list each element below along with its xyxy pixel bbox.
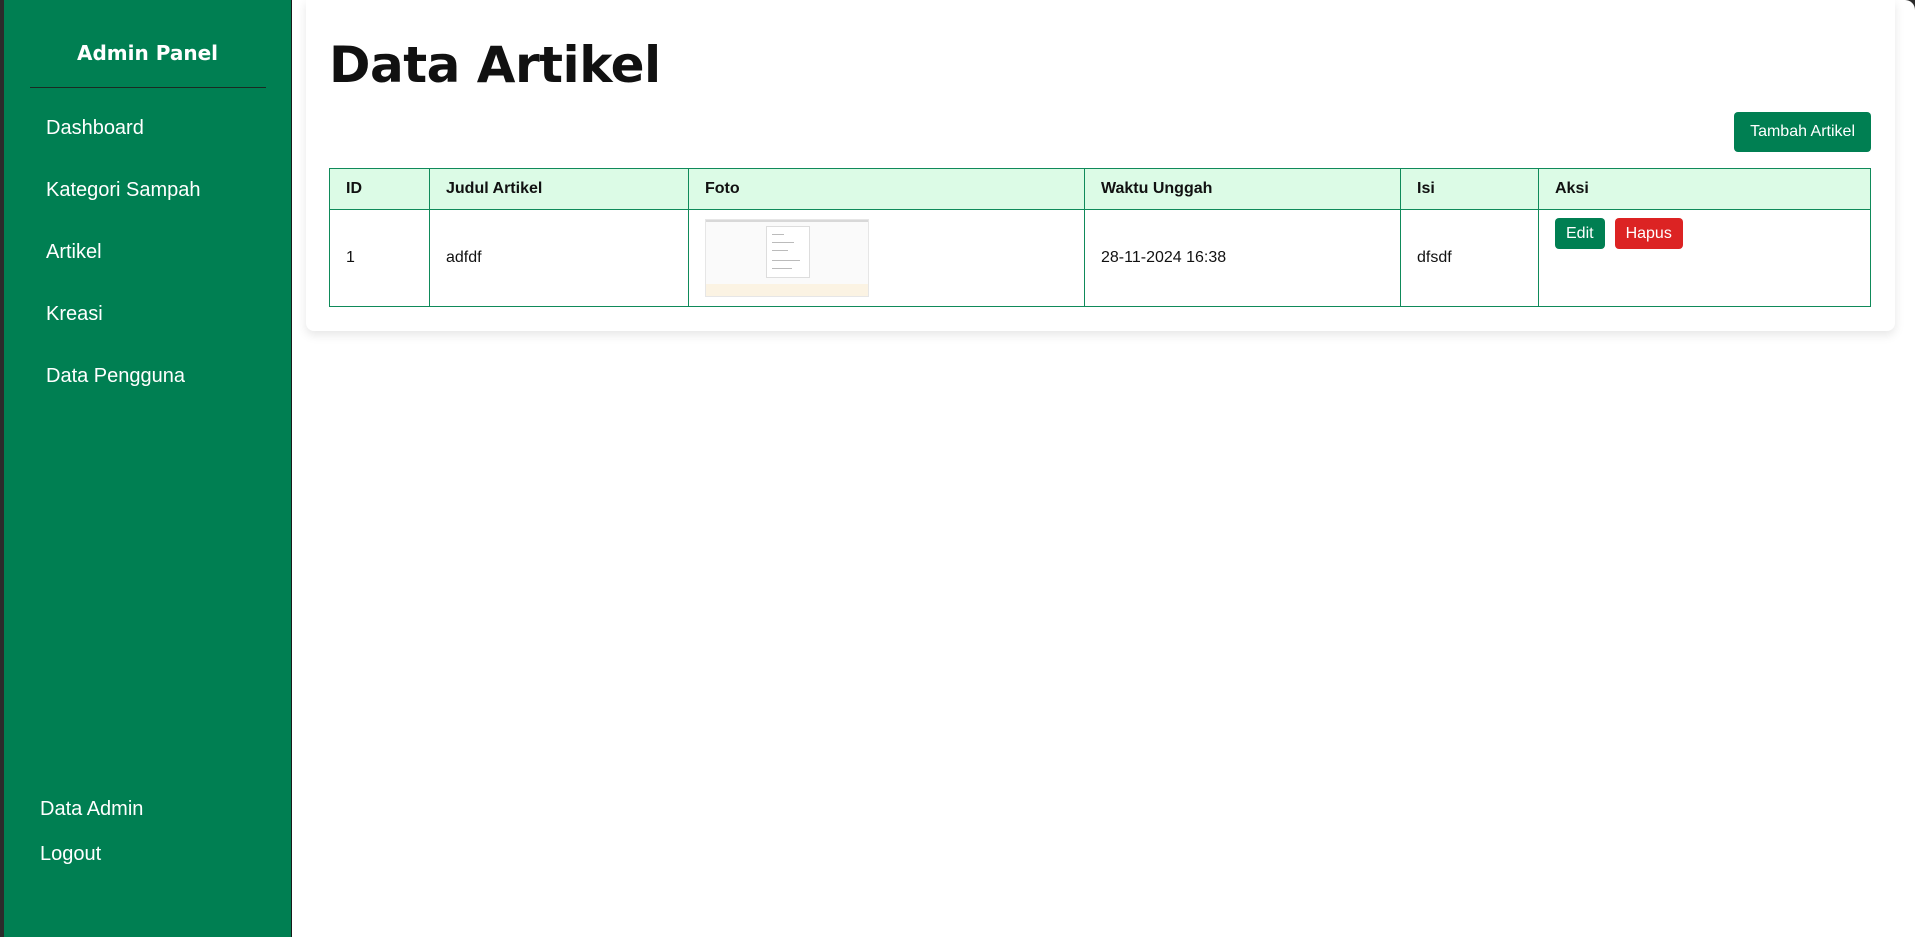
cell-foto <box>688 209 1085 307</box>
sidebar-nav: Dashboard Kategori Sampah Artikel Kreasi… <box>4 116 291 426</box>
logout-link[interactable]: Logout <box>4 842 143 887</box>
sidebar-item-dashboard[interactable]: Dashboard <box>4 116 291 178</box>
cell-aksi: Edit Hapus <box>1538 209 1871 307</box>
table-header-row: ID Judul Artikel Foto Waktu Unggah Isi A… <box>329 168 1871 210</box>
articles-table: ID Judul Artikel Foto Waktu Unggah Isi A… <box>329 168 1871 307</box>
sidebar-item-data-admin[interactable]: Data Admin <box>4 797 143 842</box>
table-row: 1 adfdf 28-11-2024 16:38 dfsdf Edit Hapu… <box>329 209 1871 307</box>
sidebar-bottom-nav: Data Admin Logout <box>4 797 143 887</box>
sidebar-item-artikel[interactable]: Artikel <box>4 240 291 302</box>
cell-judul: adfdf <box>429 209 689 307</box>
column-header-foto: Foto <box>688 168 1085 210</box>
cell-isi: dfsdf <box>1400 209 1539 307</box>
column-header-waktu: Waktu Unggah <box>1084 168 1401 210</box>
content-card: Data Artikel Tambah Artikel ID Judul Art… <box>306 0 1895 331</box>
column-header-aksi: Aksi <box>1538 168 1871 210</box>
sidebar-item-data-pengguna[interactable]: Data Pengguna <box>4 364 291 426</box>
sidebar-item-kategori-sampah[interactable]: Kategori Sampah <box>4 178 291 240</box>
brand-divider <box>30 87 266 88</box>
app-window: Admin Panel Dashboard Kategori Sampah Ar… <box>4 0 1915 937</box>
column-header-isi: Isi <box>1400 168 1539 210</box>
brand-title: Admin Panel <box>77 41 218 65</box>
edit-button[interactable]: Edit <box>1555 218 1605 249</box>
delete-button[interactable]: Hapus <box>1614 218 1683 249</box>
cell-waktu: 28-11-2024 16:38 <box>1084 209 1401 307</box>
column-header-id: ID <box>329 168 430 210</box>
main-content: Data Artikel Tambah Artikel ID Judul Art… <box>292 0 1915 937</box>
sidebar: Admin Panel Dashboard Kategori Sampah Ar… <box>4 0 292 937</box>
sidebar-item-kreasi[interactable]: Kreasi <box>4 302 291 364</box>
article-photo-thumbnail <box>705 219 869 297</box>
cell-id: 1 <box>329 209 430 307</box>
add-article-button[interactable]: Tambah Artikel <box>1734 112 1871 152</box>
page-title: Data Artikel <box>329 36 661 94</box>
column-header-judul: Judul Artikel <box>429 168 689 210</box>
